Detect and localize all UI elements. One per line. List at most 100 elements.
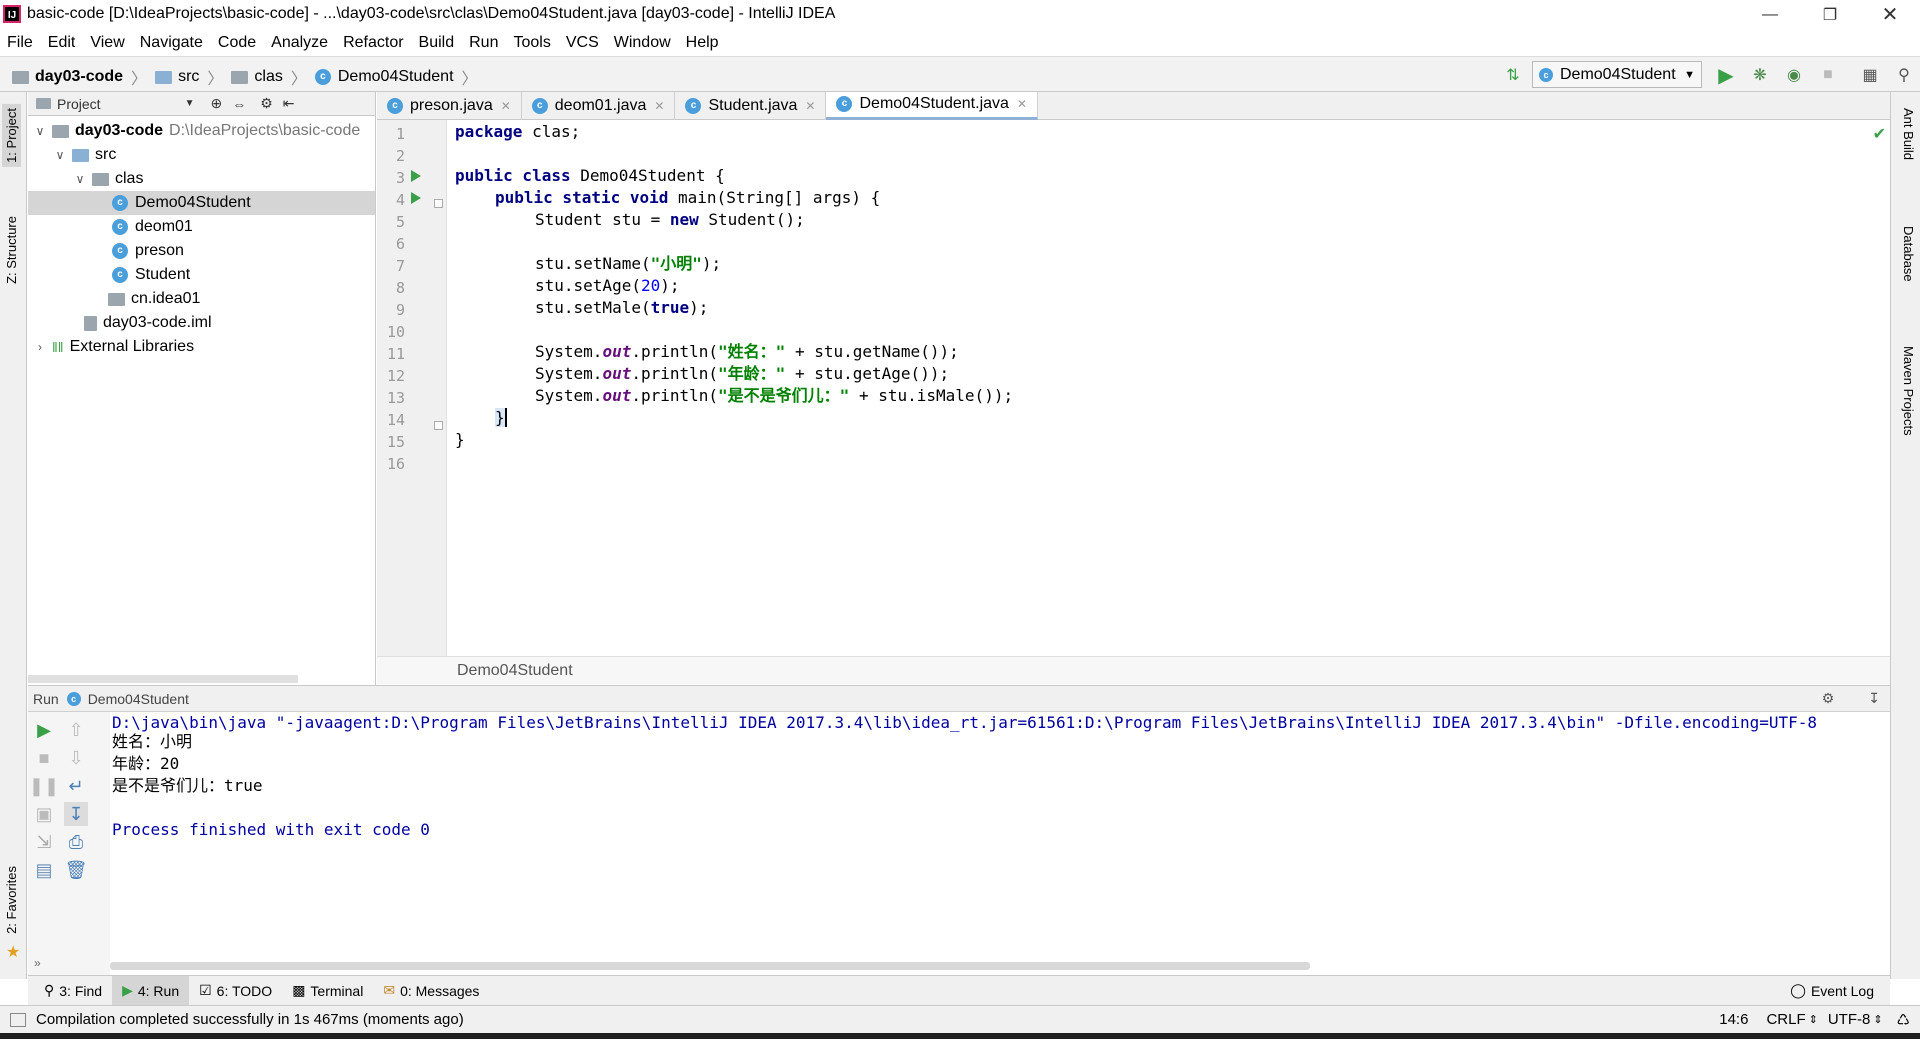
menu-run[interactable]: Run	[462, 29, 506, 56]
pause-icon[interactable]: ❚❚	[29, 774, 59, 798]
close-icon[interactable]: ✕	[1017, 97, 1027, 111]
more-icon[interactable]: »	[34, 956, 41, 970]
build-project-icon[interactable]: ⇅	[1503, 65, 1523, 85]
tab-deom01-java[interactable]: c deom01.java ✕	[522, 91, 676, 120]
search-icon[interactable]: ⚲	[1894, 65, 1914, 85]
tab-todo[interactable]: ☑ 6: TODO	[189, 976, 282, 1006]
tree-item-libraries[interactable]: › ‖‖ External Libraries	[28, 335, 375, 359]
print-icon[interactable]: ⎙	[64, 830, 88, 854]
menu-vcs[interactable]: VCS	[559, 29, 607, 56]
tree-item-package[interactable]: ∨ clas	[28, 167, 375, 191]
tab-event-log[interactable]: ◯ Event Log	[1780, 976, 1884, 1006]
tree-item-class[interactable]: c Student	[28, 263, 375, 287]
tab-ant-build[interactable]: Ant Build	[1899, 104, 1918, 164]
tab-run[interactable]: ▶ 4: Run	[112, 975, 190, 1006]
console-horizontal-scrollbar[interactable]	[110, 962, 1310, 970]
tab-database[interactable]: Database	[1899, 222, 1918, 286]
tab-maven-projects[interactable]: Maven Projects	[1899, 342, 1918, 440]
gear-icon[interactable]: ⚙	[260, 95, 273, 112]
menu-view[interactable]: View	[83, 29, 132, 56]
tree-item-src[interactable]: ∨ src	[28, 143, 375, 167]
hide-panel-icon[interactable]: ⇤	[283, 95, 295, 112]
status-toggle-icon[interactable]	[10, 1012, 26, 1027]
run-config-select[interactable]: c Demo04Student ▼	[1532, 61, 1702, 88]
breadcrumb-project[interactable]: day03-code 〉	[12, 65, 147, 89]
run-main-icon[interactable]	[411, 192, 421, 204]
soft-wrap-icon[interactable]: ↵	[64, 774, 88, 798]
close-icon[interactable]: ✕	[654, 99, 664, 113]
tree-item-class[interactable]: c deom01	[28, 215, 375, 239]
arrow-up-icon[interactable]: ⇧	[64, 718, 88, 742]
layout-icon[interactable]: ▤	[32, 858, 56, 882]
chevron-down-icon[interactable]: ∨	[32, 124, 48, 138]
hide-panel-icon[interactable]: ↧	[1868, 690, 1880, 707]
exit-icon[interactable]: ⇲	[32, 830, 56, 854]
menu-file[interactable]: File	[0, 29, 41, 56]
run-config-tab[interactable]: Demo04Student	[88, 691, 189, 707]
rerun-icon[interactable]: ▶	[32, 718, 56, 742]
minimize-button[interactable]: —	[1740, 0, 1800, 29]
status-message[interactable]: Compilation completed successfully in 1s…	[36, 1011, 464, 1028]
project-structure-icon[interactable]: ▦	[1860, 65, 1880, 85]
trash-icon[interactable]: 🗑	[64, 858, 88, 882]
stop-icon[interactable]: ■	[32, 746, 56, 770]
tab-project[interactable]: 1: Project	[2, 104, 21, 167]
coverage-icon[interactable]: ◉	[1784, 65, 1804, 85]
tab-terminal[interactable]: ▩ Terminal	[282, 976, 373, 1006]
editor-footer-breadcrumb[interactable]: Demo04Student	[377, 656, 1890, 684]
menu-tools[interactable]: Tools	[506, 29, 558, 56]
tab-student-java[interactable]: c Student.java ✕	[675, 91, 827, 120]
menu-build[interactable]: Build	[412, 29, 463, 56]
lock-icon[interactable]: ♺	[1897, 1011, 1910, 1029]
menu-code[interactable]: Code	[211, 29, 264, 56]
file-encoding[interactable]: UTF-8	[1828, 1011, 1871, 1028]
breadcrumb-class[interactable]: c Demo04Student 〉	[314, 65, 478, 89]
run-icon[interactable]: ▶	[1716, 65, 1736, 87]
debug-icon[interactable]: ❋	[1750, 65, 1770, 85]
chevron-down-icon[interactable]: ▼	[185, 98, 195, 109]
arrow-down-icon[interactable]: ⇩	[64, 746, 88, 770]
tree-item-module[interactable]: ∨ day03-code D:\IdeaProjects\basic-code	[28, 119, 375, 143]
tab-preson-java[interactable]: c preson.java ✕	[377, 91, 522, 120]
tab-structure[interactable]: Z: Structure	[2, 212, 21, 288]
gear-icon[interactable]: ⚙	[1822, 690, 1835, 707]
close-icon[interactable]: ✕	[501, 99, 511, 113]
maximize-button[interactable]: ❐	[1800, 0, 1860, 29]
menu-window[interactable]: Window	[607, 29, 679, 56]
console-output[interactable]: D:\java\bin\java "-javaagent:D:\Program …	[110, 712, 1890, 975]
chevron-down-icon[interactable]: ∨	[52, 148, 68, 162]
tab-find[interactable]: ⚲ 3: Find	[34, 976, 112, 1006]
tab-messages[interactable]: ✉ 0: Messages	[373, 976, 489, 1006]
scroll-to-end-icon[interactable]: ↧	[64, 802, 88, 826]
dump-threads-icon[interactable]: ▣	[32, 802, 56, 826]
menu-navigate[interactable]: Navigate	[133, 29, 211, 56]
tab-favorites[interactable]: 2: Favorites	[2, 862, 21, 938]
chevron-right-icon[interactable]: ›	[32, 340, 48, 354]
collapse-all-icon[interactable]: ⇔	[232, 96, 246, 112]
menu-help[interactable]: Help	[679, 29, 727, 56]
tree-item-class-selected[interactable]: c Demo04Student	[28, 191, 375, 215]
chevron-down-icon[interactable]: ∨	[72, 172, 88, 186]
line-separator[interactable]: CRLF	[1766, 1011, 1805, 1028]
menu-refactor[interactable]: Refactor	[336, 29, 411, 56]
menu-analyze[interactable]: Analyze	[264, 29, 336, 56]
fold-icon[interactable]	[434, 199, 443, 208]
close-icon[interactable]: ✕	[805, 99, 815, 113]
horizontal-scrollbar[interactable]	[28, 675, 298, 683]
locate-icon[interactable]: ⊕	[210, 95, 222, 112]
breadcrumb-src[interactable]: src 〉	[155, 65, 223, 89]
run-class-icon[interactable]	[411, 170, 421, 182]
close-button[interactable]: ✕	[1860, 0, 1920, 29]
code-text: );	[689, 298, 709, 317]
tree-item-class[interactable]: c preson	[28, 239, 375, 263]
menu-edit[interactable]: Edit	[41, 29, 84, 56]
tree-item-package[interactable]: cn.idea01	[28, 287, 375, 311]
code-editor[interactable]: package clas; public class Demo04Student…	[448, 120, 1890, 656]
tab-demo04student-java[interactable]: c Demo04Student.java ✕	[826, 91, 1038, 120]
fold-icon[interactable]	[434, 421, 443, 430]
breadcrumb-package[interactable]: clas 〉	[231, 65, 307, 89]
tree-item-iml[interactable]: day03-code.iml	[28, 311, 375, 335]
caret-position[interactable]: 14:6	[1719, 1011, 1748, 1028]
stop-icon[interactable]: ■	[1818, 65, 1838, 85]
inspection-ok-icon[interactable]: ✔	[1873, 124, 1886, 143]
